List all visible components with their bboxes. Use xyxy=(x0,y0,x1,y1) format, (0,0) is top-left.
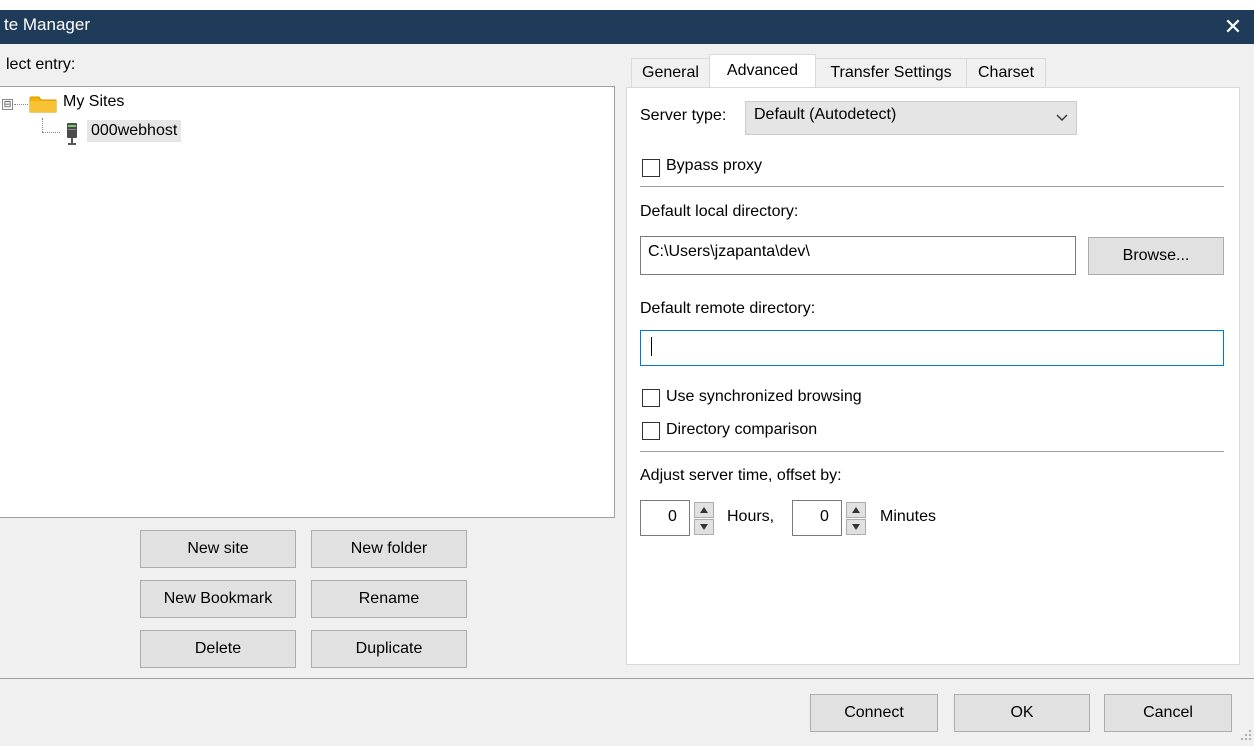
arrow-down-icon xyxy=(852,524,860,530)
tree-item-000webhost[interactable]: 000webhost xyxy=(87,120,182,142)
default-remote-dir-label: Default remote directory: xyxy=(640,300,816,317)
separator xyxy=(640,451,1224,452)
top-strip xyxy=(0,0,1254,10)
hours-label: Hours, xyxy=(727,508,775,525)
hours-down-button[interactable] xyxy=(694,519,714,535)
arrow-down-icon xyxy=(700,524,708,530)
tab-general[interactable]: General xyxy=(631,58,710,87)
hours-input[interactable] xyxy=(640,500,690,536)
cancel-button[interactable]: Cancel xyxy=(1104,694,1232,732)
footer-separator xyxy=(0,678,1254,679)
tree-connector xyxy=(14,104,28,105)
hours-value: 0 xyxy=(668,508,677,525)
sync-browsing-checkbox[interactable] xyxy=(642,389,660,407)
arrow-up-icon xyxy=(852,507,860,513)
dir-comparison-label: Directory comparison xyxy=(666,421,818,438)
new-bookmark-button[interactable]: New Bookmark xyxy=(140,580,296,618)
arrow-up-icon xyxy=(700,507,708,513)
connect-button[interactable]: Connect xyxy=(810,694,938,732)
dir-comparison-checkbox[interactable] xyxy=(642,422,660,440)
separator xyxy=(640,186,1224,187)
chevron-down-icon xyxy=(1052,104,1072,130)
minutes-label: Minutes xyxy=(880,508,937,525)
title-bar[interactable] xyxy=(0,10,1254,44)
server-type-value: Default (Autodetect) xyxy=(754,106,897,123)
rename-button[interactable]: Rename xyxy=(311,580,467,618)
text-caret xyxy=(651,337,652,356)
minutes-value: 0 xyxy=(820,508,829,525)
default-remote-dir-input[interactable] xyxy=(640,330,1224,366)
folder-icon xyxy=(29,94,57,114)
default-local-dir-value: C:\Users\jzapanta\dev\ xyxy=(648,243,810,260)
tree-item-my-sites[interactable]: My Sites xyxy=(63,93,124,111)
server-type-label: Server type: xyxy=(640,107,727,124)
tab-transfer-settings[interactable]: Transfer Settings xyxy=(815,58,967,87)
hours-up-button[interactable] xyxy=(694,502,714,518)
new-site-button[interactable]: New site xyxy=(140,530,296,568)
duplicate-button[interactable]: Duplicate xyxy=(311,630,467,668)
tree-collapse-icon[interactable]: ⊟ xyxy=(2,99,13,110)
window-title: te Manager xyxy=(4,15,90,34)
default-local-dir-label: Default local directory: xyxy=(640,203,799,220)
resize-grip-icon[interactable] xyxy=(1240,728,1252,740)
new-folder-button[interactable]: New folder xyxy=(311,530,467,568)
adjust-time-label: Adjust server time, offset by: xyxy=(640,467,842,484)
minutes-input[interactable] xyxy=(792,500,842,536)
close-button[interactable]: ✕ xyxy=(1212,10,1254,44)
site-tree[interactable] xyxy=(0,86,615,518)
select-entry-label: lect entry: xyxy=(6,56,76,73)
close-icon: ✕ xyxy=(1223,14,1243,39)
tab-charset[interactable]: Charset xyxy=(966,58,1046,87)
bypass-proxy-checkbox[interactable] xyxy=(642,159,660,177)
browse-button[interactable]: Browse... xyxy=(1088,237,1224,275)
bypass-proxy-label: Bypass proxy xyxy=(666,157,763,174)
ok-button[interactable]: OK xyxy=(954,694,1090,732)
minutes-down-button[interactable] xyxy=(846,519,866,535)
tree-connector xyxy=(42,132,60,133)
server-icon xyxy=(64,122,80,146)
delete-button[interactable]: Delete xyxy=(140,630,296,668)
tab-advanced[interactable]: Advanced xyxy=(709,54,816,87)
tree-connector xyxy=(42,118,43,132)
sync-browsing-label: Use synchronized browsing xyxy=(666,388,862,405)
minutes-up-button[interactable] xyxy=(846,502,866,518)
